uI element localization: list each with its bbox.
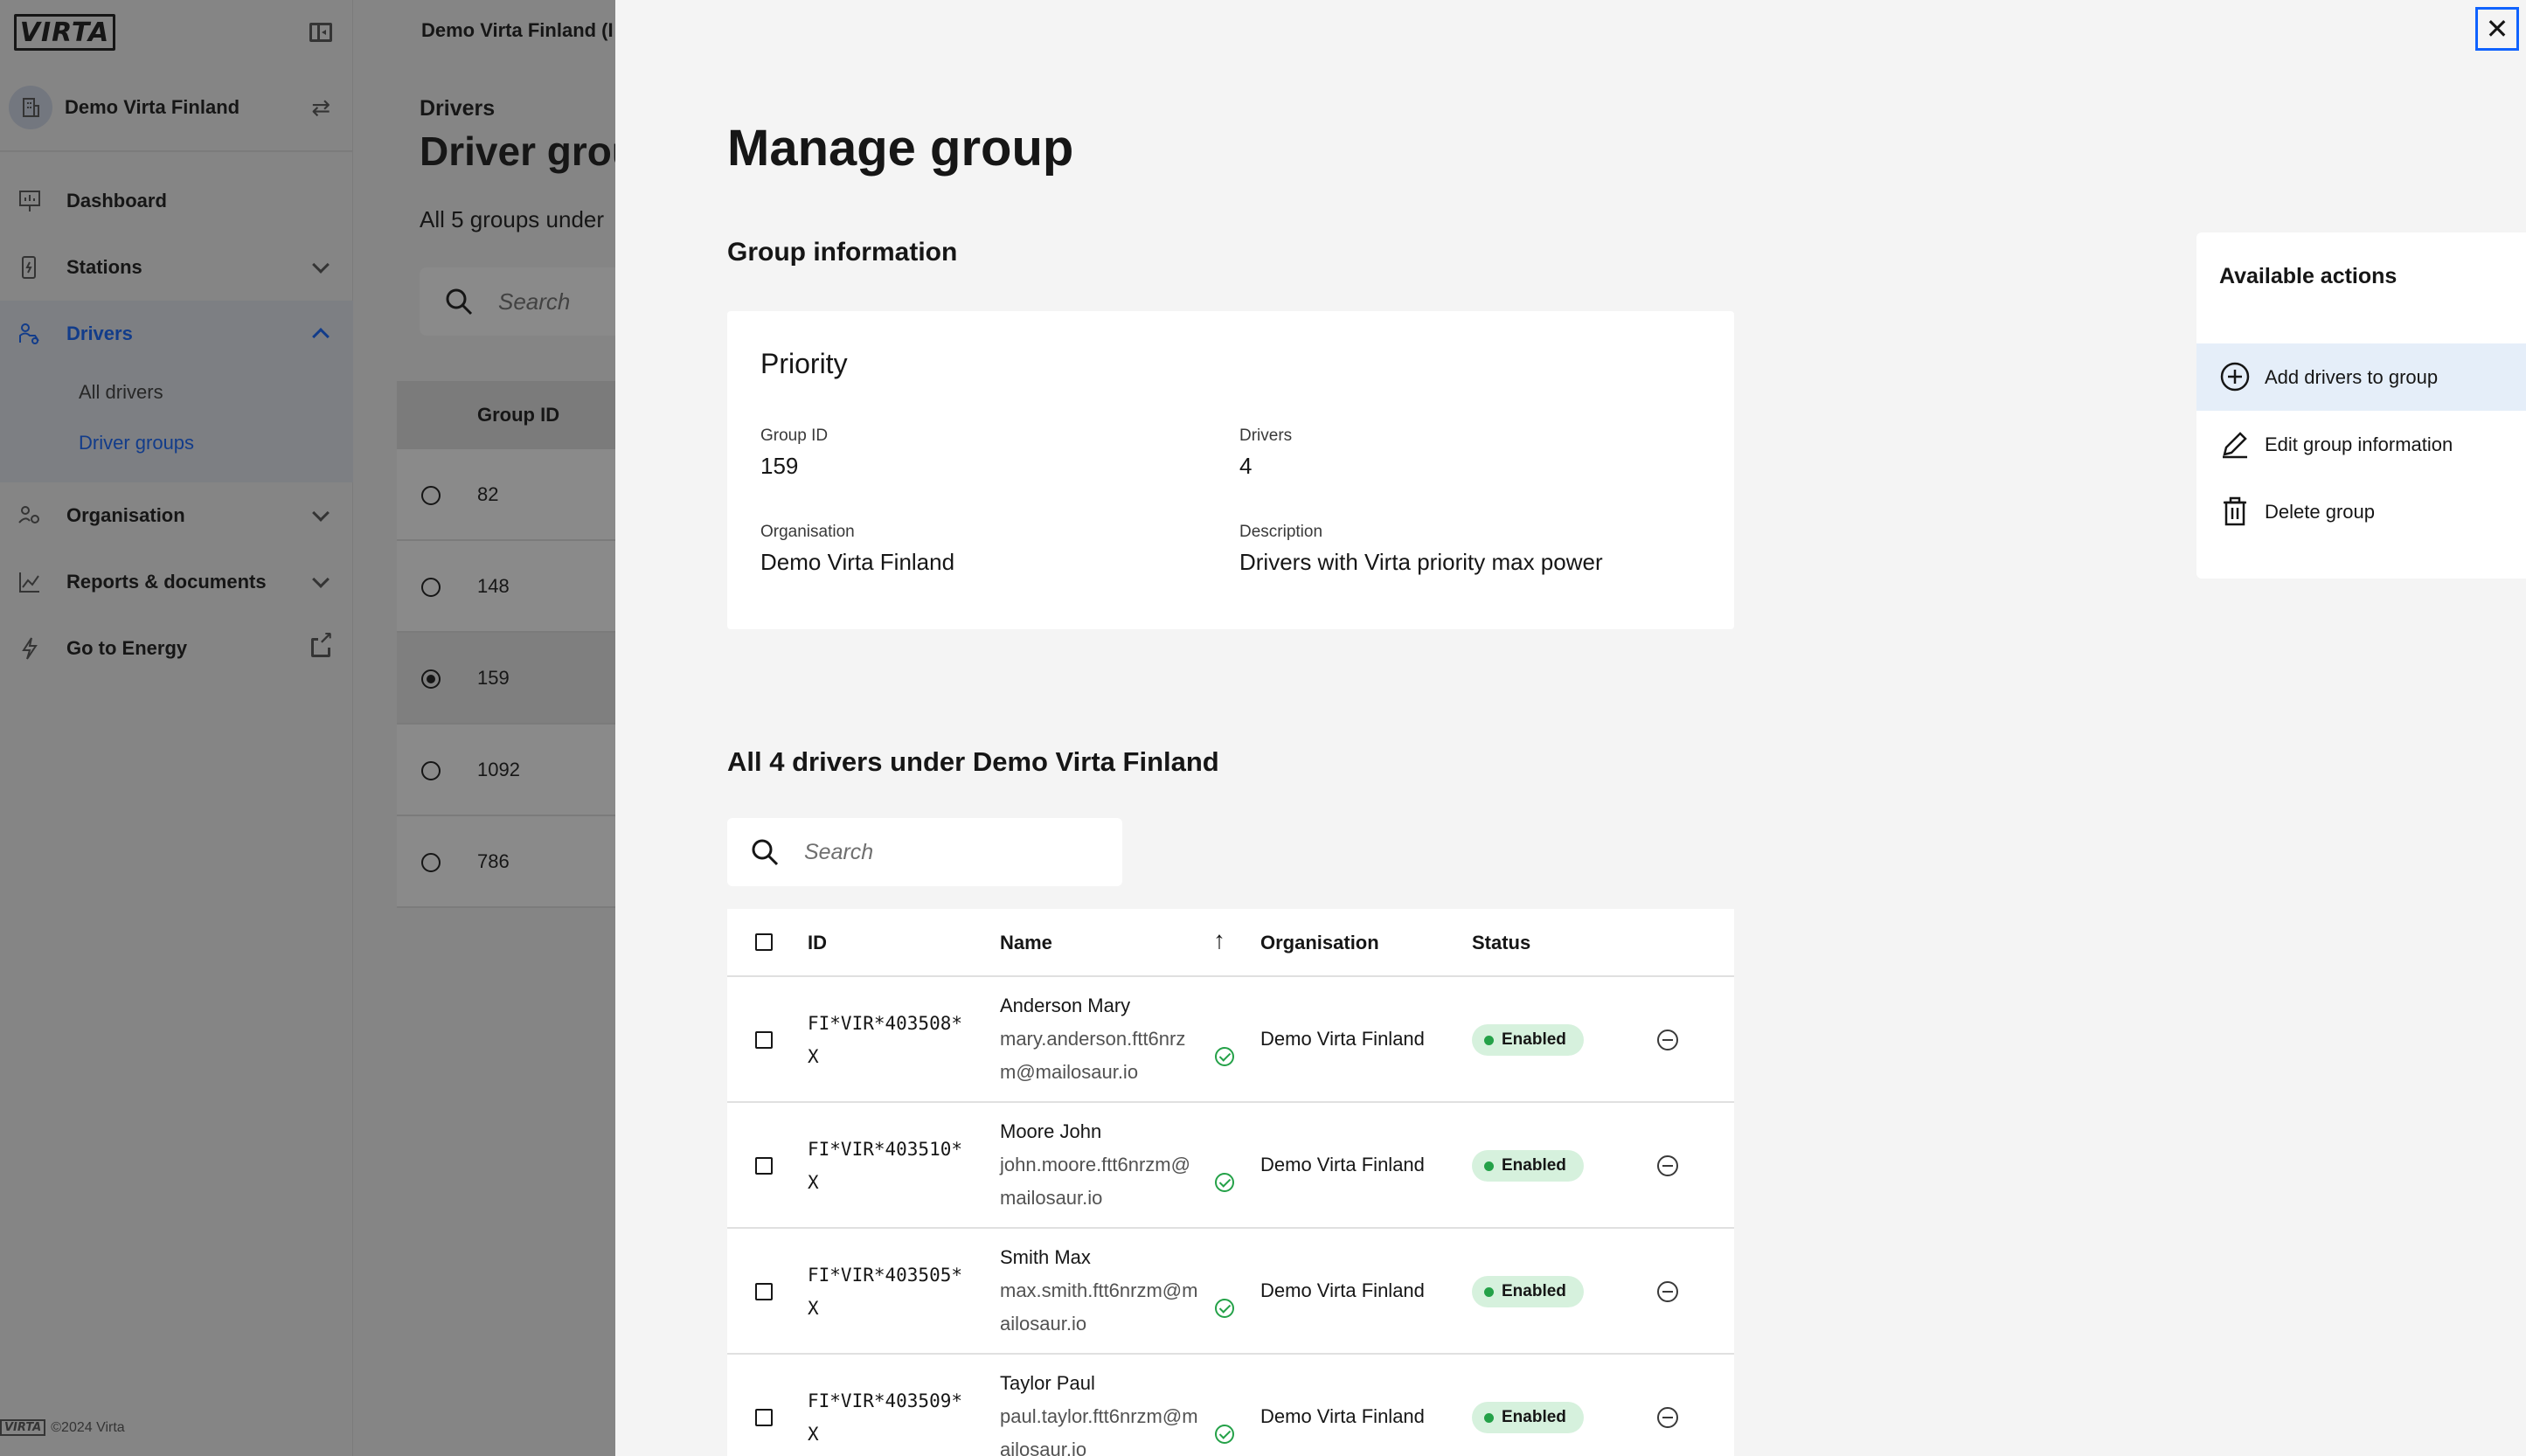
- add-drivers-label: Add drivers to group: [2265, 365, 2439, 388]
- table-row[interactable]: FI*VIR*403509* X Taylor Paul paul.taylor.f…: [727, 1355, 1734, 1456]
- driver-id-line2: X: [808, 1298, 819, 1319]
- available-actions-panel: Available actions Add drivers to group E…: [2196, 232, 2526, 579]
- driver-name-cell: Smith Max max.smith.ftt6nrzm@mailosaur.io: [1000, 1241, 1201, 1341]
- row-checkbox[interactable]: [755, 1031, 773, 1049]
- search-icon: [752, 839, 779, 866]
- organisation-label: Organisation: [760, 523, 855, 541]
- driver-id: FI*VIR*403509* X: [808, 1384, 982, 1451]
- edit-group-label: Edit group information: [2265, 433, 2453, 455]
- group-id-label: Group ID: [760, 426, 829, 445]
- drivers-list-heading: All 4 drivers under Demo Virta Finland: [727, 746, 1219, 777]
- delete-group-label: Delete group: [2265, 500, 2375, 523]
- row-checkbox[interactable]: [755, 1283, 773, 1300]
- organisation-field: Organisation Demo Virta Finland: [760, 523, 954, 576]
- row-checkbox[interactable]: [755, 1157, 773, 1175]
- group-id-value: 159: [760, 453, 799, 479]
- delete-group-button[interactable]: Delete group: [2196, 478, 2526, 545]
- table-row[interactable]: FI*VIR*403510* X Moore John john.moore.ftt…: [727, 1103, 1734, 1229]
- organisation-value: Demo Virta Finland: [760, 549, 955, 575]
- edit-group-button[interactable]: Edit group information: [2196, 411, 2526, 478]
- driver-email: john.moore.ftt6nrzm@mailosaur.io: [1000, 1154, 1190, 1209]
- row-checkbox[interactable]: [755, 1409, 773, 1426]
- close-button[interactable]: ✕: [2475, 7, 2519, 51]
- header-organisation[interactable]: Organisation: [1260, 932, 1379, 954]
- drivers-search-input[interactable]: Search: [727, 818, 1122, 886]
- verified-check-icon: [1215, 1299, 1234, 1318]
- header-id[interactable]: ID: [808, 932, 827, 954]
- driver-id: FI*VIR*403508* X: [808, 1007, 982, 1073]
- driver-name: Moore John: [1000, 1120, 1102, 1142]
- driver-id: FI*VIR*403505* X: [808, 1258, 982, 1325]
- driver-name: Taylor Paul: [1000, 1372, 1095, 1394]
- verified-check-icon: [1215, 1425, 1234, 1444]
- driver-id-line1: FI*VIR*403505*: [808, 1265, 963, 1286]
- drivers-table: ID Name ↑ Organisation Status FI*VIR*403…: [727, 909, 1734, 1456]
- driver-id-line2: X: [808, 1424, 819, 1445]
- driver-name: Anderson Mary: [1000, 995, 1131, 1016]
- driver-id-line2: X: [808, 1172, 819, 1193]
- driver-organisation: Demo Virta Finland: [1260, 1405, 1425, 1427]
- group-info-card: Priority Group ID 159 Drivers 4 Organisa…: [727, 311, 1734, 629]
- modal-title: Manage group: [727, 120, 1074, 177]
- status-badge: Enabled: [1472, 1150, 1584, 1182]
- add-circle-icon: [2220, 362, 2250, 392]
- driver-id-line1: FI*VIR*403508*: [808, 1013, 963, 1034]
- header-status[interactable]: Status: [1472, 932, 1530, 954]
- driver-name-cell: Anderson Mary mary.anderson.ftt6nrzm@mail…: [1000, 989, 1201, 1089]
- description-field: Description Drivers with Virta priority …: [1239, 523, 1603, 576]
- driver-name-cell: Moore John john.moore.ftt6nrzm@mailosaur.…: [1000, 1115, 1201, 1215]
- drivers-count-label: Drivers: [1239, 426, 1293, 445]
- driver-id: FI*VIR*403510* X: [808, 1133, 982, 1199]
- driver-id-line1: FI*VIR*403510*: [808, 1139, 963, 1160]
- header-name[interactable]: Name: [1000, 932, 1052, 954]
- driver-organisation: Demo Virta Finland: [1260, 1279, 1425, 1301]
- verified-check-icon: [1215, 1173, 1234, 1192]
- status-badge: Enabled: [1472, 1024, 1584, 1056]
- remove-driver-icon[interactable]: [1657, 1281, 1678, 1302]
- drivers-count-value: 4: [1239, 453, 1253, 479]
- driver-organisation: Demo Virta Finland: [1260, 1028, 1425, 1050]
- driver-id-line1: FI*VIR*403509*: [808, 1390, 963, 1411]
- driver-email: paul.taylor.ftt6nrzm@mailosaur.io: [1000, 1405, 1198, 1456]
- remove-driver-icon[interactable]: [1657, 1407, 1678, 1428]
- driver-organisation: Demo Virta Finland: [1260, 1154, 1425, 1175]
- modal-overlay[interactable]: [0, 0, 615, 1456]
- group-name: Priority: [760, 348, 848, 379]
- sort-ascending-icon[interactable]: ↑: [1213, 926, 1225, 954]
- available-actions-title: Available actions: [2219, 264, 2398, 288]
- pencil-icon: [2223, 432, 2247, 459]
- manage-group-panel: ✕ Manage group Group information Priorit…: [615, 0, 2526, 1456]
- description-label: Description: [1239, 523, 1323, 541]
- drivers-count-field: Drivers 4: [1239, 426, 1292, 480]
- driver-name-cell: Taylor Paul paul.taylor.ftt6nrzm@mailosau…: [1000, 1367, 1201, 1456]
- trash-icon: [2224, 496, 2246, 526]
- status-badge: Enabled: [1472, 1276, 1584, 1307]
- table-row[interactable]: FI*VIR*403505* X Smith Max max.smith.ftt6n…: [727, 1229, 1734, 1355]
- driver-email: max.smith.ftt6nrzm@mailosaur.io: [1000, 1279, 1198, 1335]
- drivers-table-header: ID Name ↑ Organisation Status: [727, 909, 1734, 977]
- driver-name: Smith Max: [1000, 1246, 1091, 1268]
- remove-driver-icon[interactable]: [1657, 1030, 1678, 1050]
- group-id-field: Group ID 159: [760, 426, 828, 480]
- description-value: Drivers with Virta priority max power: [1239, 549, 1603, 575]
- group-information-heading: Group information: [727, 238, 958, 267]
- table-row[interactable]: FI*VIR*403508* X Anderson Mary mary.anders…: [727, 977, 1734, 1103]
- driver-email: mary.anderson.ftt6nrzm@mailosaur.io: [1000, 1028, 1186, 1083]
- select-all-checkbox[interactable]: [755, 933, 773, 951]
- remove-driver-icon[interactable]: [1657, 1155, 1678, 1176]
- verified-check-icon: [1215, 1047, 1234, 1066]
- status-badge: Enabled: [1472, 1402, 1584, 1433]
- drivers-search-placeholder: Search: [804, 839, 874, 864]
- driver-id-line2: X: [808, 1046, 819, 1067]
- add-drivers-button[interactable]: Add drivers to group: [2196, 343, 2526, 411]
